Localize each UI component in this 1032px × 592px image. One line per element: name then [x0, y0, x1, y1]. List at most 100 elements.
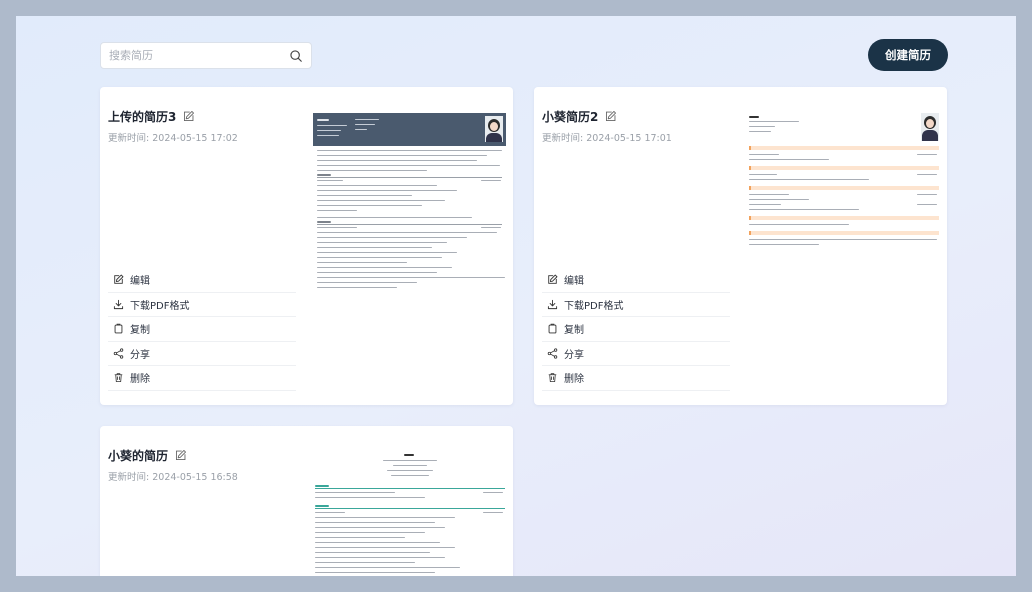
download-pdf-action[interactable]: 下载PDF格式 — [542, 293, 730, 317]
copy-action[interactable]: 复制 — [542, 317, 730, 342]
preview-line — [749, 159, 829, 160]
edit-title-icon[interactable] — [182, 110, 195, 123]
preview-line — [317, 277, 505, 278]
preview-section-band — [749, 186, 939, 190]
preview-line — [749, 239, 937, 240]
resume-preview-thumbnail[interactable] — [747, 113, 940, 253]
preview-line — [317, 242, 447, 243]
preview-line — [391, 475, 429, 476]
preview-line — [483, 512, 503, 513]
preview-rule — [315, 488, 505, 489]
copy-icon — [114, 324, 123, 334]
create-resume-button[interactable]: 创建简历 — [868, 39, 948, 71]
preview-line — [317, 180, 343, 181]
delete-action-label: 删除 — [564, 374, 584, 386]
delete-action[interactable]: 删除 — [542, 366, 730, 391]
preview-line — [315, 527, 445, 528]
search-box[interactable] — [100, 42, 312, 69]
updated-label: 更新时间: — [542, 133, 584, 144]
preview-line — [749, 194, 789, 195]
updated-value: 2024-05-15 17:02 — [152, 133, 238, 144]
resume-preview-thumbnail[interactable] — [313, 113, 506, 293]
preview-line — [317, 135, 339, 136]
preview-line — [317, 287, 397, 288]
preview-line — [317, 221, 331, 223]
preview-line — [393, 465, 427, 466]
preview-line — [315, 497, 425, 498]
preview-line — [317, 227, 357, 228]
preview-line — [317, 170, 427, 171]
updated-value: 2024-05-15 17:01 — [586, 133, 672, 144]
preview-rule — [317, 224, 502, 225]
preview-line — [481, 180, 501, 181]
preview-photo — [921, 113, 939, 141]
edit-action-label: 编辑 — [130, 276, 150, 288]
preview-line — [317, 272, 437, 273]
preview-line — [315, 517, 455, 518]
resume-manager: 创建简历 上传的简历3 更新时间: 2024-05-15 17:02 — [16, 16, 1016, 576]
download-pdf-action[interactable]: 下载PDF格式 — [108, 293, 296, 317]
preview-line — [315, 492, 395, 493]
search-icon[interactable] — [289, 49, 303, 63]
preview-line — [387, 470, 433, 471]
updated-label: 更新时间: — [108, 133, 150, 144]
preview-line — [917, 194, 937, 195]
preview-line — [317, 262, 407, 263]
preview-line — [315, 532, 425, 533]
preview-line — [749, 209, 859, 210]
preview-line — [315, 485, 329, 487]
preview-line — [315, 572, 435, 573]
preview-line — [317, 195, 412, 196]
share-action[interactable]: 分享 — [108, 342, 296, 366]
edit-action[interactable]: 编辑 — [108, 268, 296, 293]
preview-line — [481, 227, 501, 228]
edit-action[interactable]: 编辑 — [542, 268, 730, 293]
preview-line — [749, 126, 775, 127]
preview-line — [749, 224, 849, 225]
preview-line — [317, 232, 497, 233]
download-pdf-label: 下载PDF格式 — [130, 300, 190, 312]
preview-line — [315, 542, 440, 543]
share-icon — [113, 348, 124, 359]
card-title-row: 小葵的简历 — [108, 447, 187, 464]
preview-line — [749, 244, 819, 245]
edit-title-icon[interactable] — [604, 110, 617, 123]
copy-action[interactable]: 复制 — [108, 317, 296, 342]
share-action[interactable]: 分享 — [542, 342, 730, 366]
download-pdf-label: 下载PDF格式 — [564, 300, 624, 312]
card-actions: 编辑 下载PDF格式 复制 分享 删除 — [108, 268, 296, 391]
share-action-label: 分享 — [130, 349, 150, 361]
preview-line — [317, 125, 347, 126]
trash-icon — [548, 373, 557, 383]
resume-title: 上传的简历3 — [108, 110, 177, 124]
preview-line — [749, 174, 777, 175]
preview-rule — [315, 508, 505, 509]
preview-line — [315, 522, 435, 523]
preview-line — [317, 282, 417, 283]
preview-line — [317, 190, 457, 191]
edit-title-icon[interactable] — [174, 449, 187, 462]
preview-line — [317, 252, 457, 253]
download-icon — [547, 299, 558, 309]
delete-action-label: 删除 — [130, 374, 150, 386]
preview-line — [317, 257, 442, 258]
preview-line — [317, 185, 437, 186]
delete-action[interactable]: 删除 — [108, 366, 296, 391]
edit-icon — [114, 274, 124, 284]
updated-label: 更新时间: — [108, 472, 150, 483]
resume-preview-thumbnail[interactable] — [313, 452, 506, 576]
preview-line — [317, 150, 502, 151]
preview-section-band — [749, 166, 939, 170]
preview-line — [315, 537, 405, 538]
card-actions: 编辑 下载PDF格式 复制 分享 删除 — [542, 268, 730, 391]
card-title-row: 小葵简历2 — [542, 108, 617, 125]
preview-line — [749, 121, 799, 122]
preview-line — [315, 567, 460, 568]
preview-line — [917, 154, 937, 155]
resume-card: 小葵简历2 更新时间: 2024-05-15 17:01 编辑 下载PDF格式 … — [534, 87, 947, 405]
preview-line — [749, 116, 759, 118]
preview-line — [317, 205, 422, 206]
preview-line — [317, 217, 472, 218]
copy-icon — [548, 324, 557, 334]
search-input[interactable] — [109, 49, 289, 62]
